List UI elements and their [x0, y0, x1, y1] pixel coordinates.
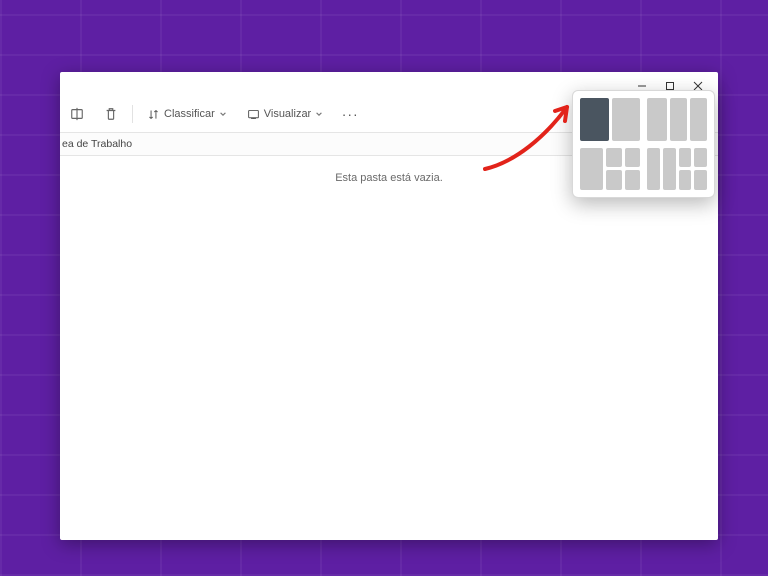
view-icon: [247, 108, 260, 121]
empty-folder-message: Esta pasta está vazia.: [335, 172, 443, 184]
view-label: Visualizar: [264, 108, 312, 120]
snap-zone[interactable]: [625, 170, 640, 190]
snap-layouts-popup: [572, 90, 715, 198]
view-dropdown[interactable]: Visualizar: [241, 101, 330, 127]
chevron-down-icon: [315, 110, 323, 118]
file-list-area: Esta pasta está vazia.: [60, 156, 718, 540]
chevron-down-icon: [219, 110, 227, 118]
snap-zone[interactable]: [647, 148, 660, 191]
rename-icon: [70, 107, 84, 121]
ellipsis-icon: ···: [342, 106, 359, 122]
delete-button[interactable]: [98, 101, 124, 127]
snap-zone[interactable]: [606, 148, 621, 168]
snap-zone[interactable]: [679, 170, 692, 190]
toolbar-separator: [132, 105, 133, 123]
rename-button[interactable]: [64, 101, 90, 127]
snap-zone[interactable]: [679, 148, 692, 168]
snap-zone[interactable]: [694, 148, 707, 168]
snap-layout-three-columns[interactable]: [647, 98, 707, 141]
snap-layout-two-columns[interactable]: [580, 98, 640, 141]
more-button[interactable]: ···: [337, 101, 363, 127]
snap-zone[interactable]: [647, 98, 667, 141]
snap-layout-quad[interactable]: [647, 148, 707, 191]
snap-zone[interactable]: [663, 148, 676, 191]
breadcrumb-current: ea de Trabalho: [62, 138, 132, 150]
snap-zone[interactable]: [580, 148, 603, 191]
sort-dropdown[interactable]: Classificar: [141, 101, 233, 127]
snap-zone[interactable]: [690, 98, 707, 141]
sort-icon: [147, 108, 160, 121]
snap-zone[interactable]: [625, 148, 640, 168]
sort-label: Classificar: [164, 108, 215, 120]
snap-zone[interactable]: [694, 170, 707, 190]
snap-zone-right[interactable]: [612, 98, 641, 141]
snap-zone-left[interactable]: [580, 98, 609, 141]
snap-zone[interactable]: [606, 170, 621, 190]
trash-icon: [104, 107, 118, 121]
snap-layout-left-two-right[interactable]: [580, 148, 640, 191]
snap-zone[interactable]: [670, 98, 687, 141]
